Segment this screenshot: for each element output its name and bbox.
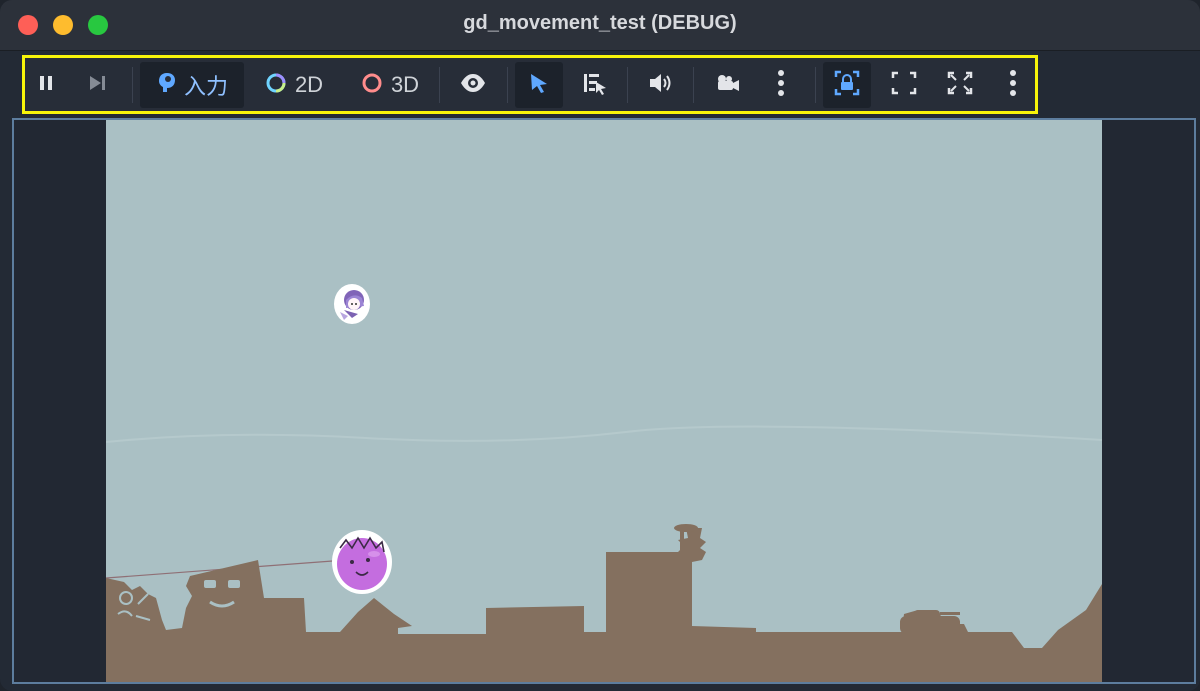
- toolbar-separator: [627, 67, 628, 103]
- list-select-icon: [582, 71, 608, 99]
- toolbar-separator: [507, 67, 508, 103]
- input-toggle-label: 入力: [183, 74, 228, 99]
- debug-toolbar: 入力 2D 3D: [22, 55, 1038, 114]
- speaker-icon: [647, 71, 675, 99]
- game-canvas[interactable]: [105, 120, 1103, 682]
- lock-frame-icon: [834, 70, 860, 100]
- mode-3d-label: 3D: [390, 72, 420, 97]
- toolbar-separator: [815, 67, 816, 103]
- camera-options-button[interactable]: [763, 62, 799, 108]
- kebab-menu-icon: [1008, 68, 1018, 102]
- game-scene: [105, 120, 1103, 682]
- fullscreen-icon: [891, 71, 917, 99]
- player-character: [334, 284, 370, 324]
- camera-icon: [713, 72, 741, 98]
- fullscreen-button[interactable]: [881, 62, 927, 108]
- step-forward-icon: [87, 73, 109, 97]
- select-mode-button[interactable]: [515, 62, 563, 108]
- 2d-icon: [265, 72, 287, 98]
- mode-2d-button[interactable]: 2D: [254, 62, 334, 108]
- toolbar-separator: [439, 67, 440, 103]
- pause-icon: [36, 73, 56, 97]
- title-bar: gd_movement_test (DEBUG): [0, 0, 1200, 51]
- select-arrow-icon: [528, 72, 550, 98]
- fullscreen-expand-icon: [947, 71, 973, 99]
- kebab-menu-icon: [776, 68, 786, 102]
- game-window: gd_movement_test (DEBUG) 入力 2D 3D: [0, 0, 1200, 691]
- eye-icon: [459, 73, 487, 97]
- embed-lock-button[interactable]: [823, 62, 871, 108]
- mode-3d-button[interactable]: 3D: [350, 62, 430, 108]
- slime-enemy: [332, 530, 392, 594]
- toolbar-separator: [693, 67, 694, 103]
- input-toggle-button[interactable]: 入力: [140, 62, 244, 108]
- audio-button[interactable]: [639, 62, 683, 108]
- 3d-icon: [361, 72, 383, 98]
- list-select-button[interactable]: [571, 62, 619, 108]
- fullscreen-expand-button[interactable]: [937, 62, 983, 108]
- pause-button[interactable]: [29, 62, 63, 108]
- mode-2d-label: 2D: [294, 72, 324, 97]
- window-options-button[interactable]: [995, 62, 1031, 108]
- window-title: gd_movement_test (DEBUG): [463, 12, 737, 34]
- step-frame-button[interactable]: [81, 62, 115, 108]
- camera-button[interactable]: [705, 62, 749, 108]
- visibility-button[interactable]: [453, 62, 493, 108]
- toolbar-separator: [132, 67, 133, 103]
- input-icon: [156, 71, 178, 99]
